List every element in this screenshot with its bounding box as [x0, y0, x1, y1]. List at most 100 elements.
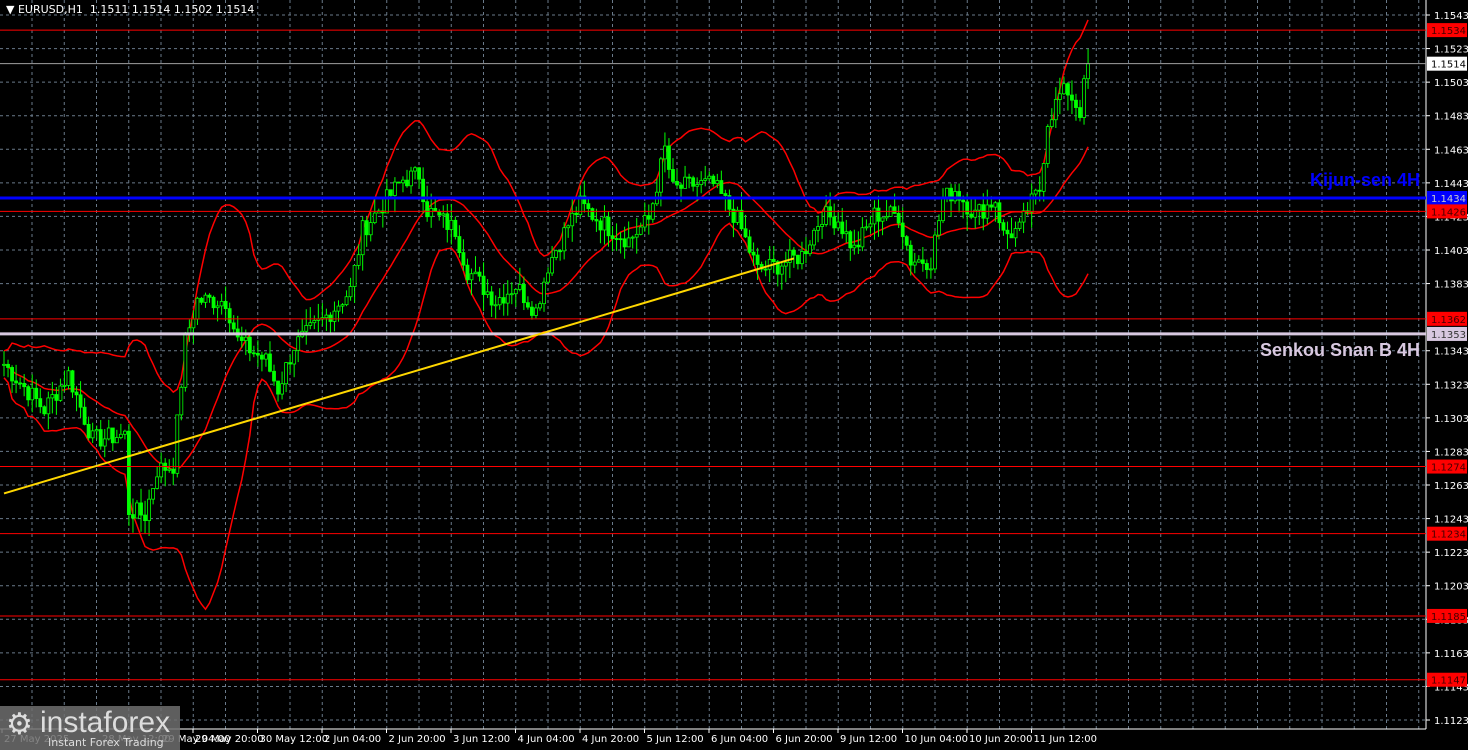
- candle-bull: [1082, 78, 1086, 118]
- candle-bear: [171, 468, 176, 474]
- y-tick-label: 1.1263: [1434, 481, 1468, 492]
- candle-bull: [538, 303, 542, 309]
- candle-bull: [106, 427, 111, 440]
- candle-bull: [215, 305, 220, 309]
- candle-bear: [667, 145, 671, 170]
- candle-bull: [707, 175, 712, 180]
- candle-bear: [1001, 222, 1006, 231]
- candle-bull: [993, 202, 998, 208]
- candle-bear: [646, 215, 651, 220]
- candle-bull: [634, 233, 639, 238]
- x-tick-label: 3 Jun 12:00: [453, 734, 510, 745]
- candle-bull: [1061, 83, 1066, 95]
- candle-bear: [445, 213, 450, 230]
- candle-bull: [941, 198, 945, 222]
- candle-bull: [695, 184, 700, 187]
- level-price-label: 1.1234: [1431, 530, 1466, 541]
- candle-bear: [489, 291, 494, 306]
- y-tick-label: 1.1503: [1434, 78, 1468, 89]
- candle-bull: [550, 257, 554, 274]
- candle-bull: [123, 430, 127, 435]
- candle-bear: [796, 254, 800, 265]
- price-chart[interactable]: 1.1543 1.1523 1.1503 1.1483 1.1463 1.1443 1.14…: [0, 0, 1468, 750]
- candle-bull: [868, 223, 873, 228]
- candle-bear: [747, 236, 752, 253]
- candle-bear: [924, 263, 929, 270]
- candle-bear: [131, 514, 135, 519]
- candle-bear: [892, 206, 897, 214]
- candle-bull: [977, 204, 982, 211]
- candle-bull: [46, 397, 51, 415]
- candle-bear: [763, 268, 768, 271]
- candle-bull: [1053, 99, 1058, 121]
- candle-bull: [368, 222, 373, 236]
- candle-bull: [372, 212, 377, 224]
- candle-bull: [570, 212, 575, 227]
- candle-bear: [574, 212, 579, 216]
- candle-bear: [397, 181, 401, 184]
- candle-bear: [904, 236, 909, 246]
- candle-bull: [880, 217, 885, 222]
- x-tick-label: 6 Jun 20:00: [776, 734, 833, 745]
- candle-bear: [251, 352, 256, 355]
- candle-bear: [457, 236, 462, 254]
- x-tick-label: 2 Jun 04:00: [324, 734, 381, 745]
- candle-bear: [771, 259, 776, 263]
- candle-bull: [356, 254, 361, 266]
- y-tick-label: 1.1483: [1434, 112, 1468, 123]
- candle-bull: [348, 286, 353, 298]
- gear-logo-icon: ⚙: [6, 707, 33, 742]
- candle-bull: [62, 385, 67, 387]
- candle-bear: [425, 201, 430, 218]
- candle-bear: [530, 306, 534, 316]
- candle-bear: [848, 231, 853, 249]
- level-price-label: 1.1362: [1431, 315, 1466, 326]
- candle-bear: [1005, 229, 1010, 235]
- candle-bear: [239, 336, 244, 341]
- candle-bull: [1013, 228, 1018, 239]
- candle-bear: [679, 184, 683, 189]
- candle-bull: [1049, 119, 1054, 127]
- candle-bear: [461, 252, 466, 266]
- candle-bear: [586, 203, 591, 209]
- candle-bull: [852, 244, 857, 249]
- candle-bull: [808, 244, 812, 255]
- candle-bull: [912, 261, 917, 266]
- x-tick-label: 29 May 20:00: [195, 734, 264, 745]
- y-tick-label: 1.1543: [1434, 11, 1468, 22]
- candle-bull: [243, 336, 248, 341]
- candle-bull: [473, 271, 478, 275]
- candle-bull: [151, 488, 156, 500]
- candle-bear: [255, 353, 260, 356]
- candle-bear: [900, 222, 905, 238]
- candle-bear: [268, 353, 272, 372]
- candle-bear: [276, 380, 280, 395]
- candle-bull: [284, 362, 289, 385]
- x-tick-label: 5 Jun 12:00: [647, 734, 704, 745]
- candle-bull: [66, 370, 71, 386]
- candle-bull: [663, 145, 667, 160]
- candle-bear: [1070, 94, 1074, 101]
- candle-bull: [642, 215, 647, 228]
- candle-bull: [554, 250, 559, 258]
- candle-bear: [791, 249, 796, 256]
- candle-bull: [916, 259, 921, 263]
- candle-bull: [30, 387, 35, 401]
- level-price-label: 1.1514: [1431, 60, 1466, 71]
- level-price-label: 1.1147: [1431, 676, 1466, 687]
- y-tick-label: 1.1463: [1434, 145, 1468, 156]
- candle-bull: [393, 181, 397, 196]
- candle-bear: [719, 180, 724, 194]
- candle-bull: [264, 353, 268, 360]
- candle-bull: [187, 327, 192, 334]
- candle-bear: [594, 219, 599, 222]
- candle-bull: [836, 221, 841, 229]
- candle-bull: [715, 180, 720, 185]
- candle-bull: [94, 429, 99, 432]
- candle-bull: [638, 226, 643, 235]
- candle-bear: [743, 228, 748, 238]
- x-tick-label: 4 Jun 20:00: [582, 734, 639, 745]
- candle-bull: [340, 304, 345, 307]
- candle-bear: [70, 370, 75, 393]
- candle-bear: [896, 212, 901, 224]
